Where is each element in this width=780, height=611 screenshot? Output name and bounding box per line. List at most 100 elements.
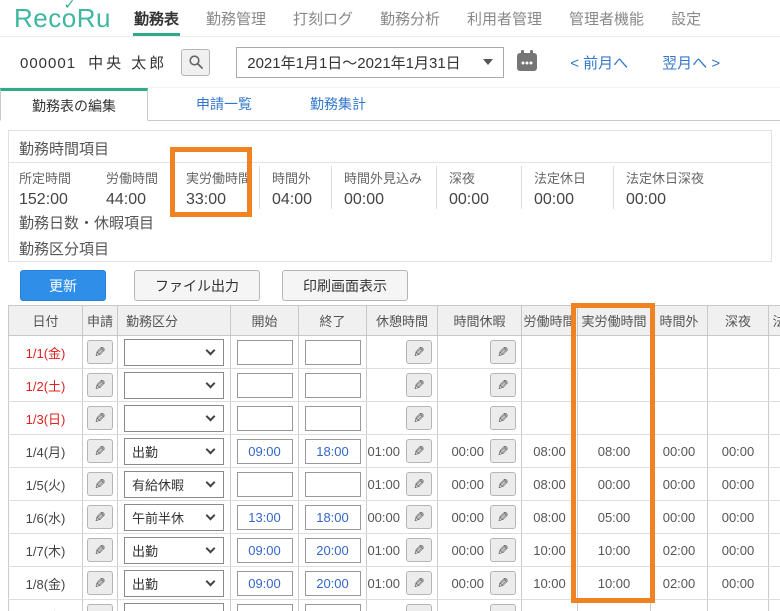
column-header-date: 日付 bbox=[8, 305, 83, 336]
worktype-select[interactable]: 出勤 bbox=[124, 437, 224, 465]
request-edit-button[interactable]: ✎ bbox=[87, 439, 113, 463]
end-time-input[interactable] bbox=[304, 471, 361, 497]
hourly-leave-value: 00:00 bbox=[451, 509, 484, 525]
cell-hourly-leave: ✎ bbox=[437, 368, 522, 402]
cell-date: 1/8(金) bbox=[8, 566, 83, 600]
app-logo[interactable]: Reco ✓ Ru bbox=[14, 0, 111, 34]
cell-date: 1/3(日) bbox=[8, 401, 83, 435]
nav-item-admin-functions[interactable]: 管理者機能 bbox=[568, 0, 645, 36]
employee-search-button[interactable] bbox=[181, 48, 211, 76]
logo-text-post: Ru bbox=[76, 2, 111, 33]
stat-value: 00:00 bbox=[344, 191, 385, 208]
nav-item-user-management[interactable]: 利用者管理 bbox=[466, 0, 543, 36]
print-view-button[interactable]: 印刷画面表示 bbox=[282, 270, 408, 301]
table-row: 1/6(水) ✎ 午前半休 13:00 18:00 00:00 ✎ 00:00 ✎ 08:00 05… bbox=[8, 500, 780, 534]
end-time-input[interactable] bbox=[304, 603, 361, 611]
nav-item-timesheet[interactable]: 勤務表 bbox=[132, 0, 180, 36]
break-time-edit-button[interactable]: ✎ bbox=[406, 406, 432, 430]
section-header-worktype[interactable]: 勤務区分項目 bbox=[19, 238, 109, 259]
start-time-input[interactable] bbox=[236, 405, 293, 431]
pencil-icon: ✎ bbox=[413, 542, 425, 558]
worktype-select[interactable]: 出勤 bbox=[124, 569, 224, 597]
end-time-input[interactable] bbox=[304, 339, 361, 365]
hourly-leave-edit-button[interactable]: ✎ bbox=[490, 373, 516, 397]
cell-late-night bbox=[707, 335, 769, 369]
cell-overtime: 02:00 bbox=[650, 533, 708, 567]
cell-start bbox=[230, 599, 299, 611]
request-edit-button[interactable]: ✎ bbox=[87, 505, 113, 529]
hourly-leave-edit-button[interactable]: ✎ bbox=[490, 472, 516, 496]
start-time-input[interactable]: 09:00 bbox=[236, 570, 293, 596]
hourly-leave-edit-button[interactable]: ✎ bbox=[490, 439, 516, 463]
worktype-select[interactable] bbox=[124, 338, 224, 366]
worktype-select[interactable] bbox=[124, 404, 224, 432]
section-header-days-leave[interactable]: 勤務日数・休暇項目 bbox=[19, 212, 154, 233]
break-time-edit-button[interactable]: ✎ bbox=[406, 439, 432, 463]
end-time-input[interactable]: 18:00 bbox=[304, 438, 361, 464]
end-time-input[interactable]: 18:00 bbox=[304, 504, 361, 530]
request-edit-button[interactable]: ✎ bbox=[87, 373, 113, 397]
end-time-input[interactable]: 20:00 bbox=[304, 570, 361, 596]
worktype-select[interactable]: 出勤 bbox=[124, 536, 224, 564]
nav-item-punch-log[interactable]: 打刻ログ bbox=[292, 0, 354, 36]
chevron-down-icon bbox=[205, 411, 216, 422]
start-time-input[interactable]: 09:00 bbox=[236, 537, 293, 563]
file-output-button[interactable]: ファイル出力 bbox=[134, 270, 260, 301]
break-time-edit-button[interactable]: ✎ bbox=[406, 571, 432, 595]
break-time-content: 01:00 ✎ bbox=[367, 472, 437, 496]
date-range-select[interactable]: 2021年1月1日～2021年1月31日 bbox=[236, 46, 505, 78]
request-edit-button[interactable]: ✎ bbox=[87, 571, 113, 595]
break-time-edit-button[interactable]: ✎ bbox=[406, 373, 432, 397]
hourly-leave-edit-button[interactable]: ✎ bbox=[490, 505, 516, 529]
request-edit-button[interactable]: ✎ bbox=[87, 538, 113, 562]
worktype-select[interactable] bbox=[124, 602, 224, 611]
stat-label: 法定休日 bbox=[534, 171, 587, 186]
nav-items: 勤務表 勤務管理 打刻ログ 勤務分析 利用者管理 管理者機能 設定 bbox=[132, 0, 702, 36]
request-edit-button[interactable]: ✎ bbox=[87, 604, 113, 611]
start-time-input[interactable]: 13:00 bbox=[236, 504, 293, 530]
break-time-edit-button[interactable]: ✎ bbox=[406, 505, 432, 529]
request-edit-button[interactable]: ✎ bbox=[87, 472, 113, 496]
cell-start: 09:00 bbox=[230, 566, 299, 600]
request-edit-button[interactable]: ✎ bbox=[87, 340, 113, 364]
hourly-leave-edit-button[interactable]: ✎ bbox=[490, 604, 516, 611]
end-time-input[interactable]: 20:00 bbox=[304, 537, 361, 563]
hourly-leave-edit-button[interactable]: ✎ bbox=[490, 571, 516, 595]
hourly-leave-edit-button[interactable]: ✎ bbox=[490, 340, 516, 364]
hourly-leave-edit-button[interactable]: ✎ bbox=[490, 538, 516, 562]
update-button[interactable]: 更新 bbox=[20, 270, 106, 301]
cell-late-night bbox=[707, 401, 769, 435]
worktype-select[interactable]: 有給休暇 bbox=[124, 470, 224, 498]
break-time-edit-button[interactable]: ✎ bbox=[406, 538, 432, 562]
nav-item-work-analysis[interactable]: 勤務分析 bbox=[379, 0, 441, 36]
end-time-input[interactable] bbox=[304, 405, 361, 431]
tab-request-list[interactable]: 申請一覧 bbox=[196, 94, 252, 114]
prev-month-link[interactable]: < 前月へ bbox=[570, 52, 628, 73]
tab-edit-timesheet[interactable]: 勤務表の編集 bbox=[0, 88, 148, 121]
start-time-input[interactable] bbox=[236, 339, 293, 365]
next-month-link[interactable]: 翌月へ > bbox=[662, 52, 720, 73]
hourly-leave-edit-button[interactable]: ✎ bbox=[490, 406, 516, 430]
start-time-input[interactable]: 09:00 bbox=[236, 438, 293, 464]
start-time-input[interactable] bbox=[236, 372, 293, 398]
worktype-select[interactable] bbox=[124, 371, 224, 399]
cell-end: 18:00 bbox=[298, 434, 367, 468]
break-time-edit-button[interactable]: ✎ bbox=[406, 604, 432, 611]
request-edit-button[interactable]: ✎ bbox=[87, 406, 113, 430]
table-row: 1/1(金) ✎ ✎ ✎ bbox=[8, 335, 780, 369]
nav-item-settings[interactable]: 設定 bbox=[670, 0, 702, 36]
break-time-edit-button[interactable]: ✎ bbox=[406, 472, 432, 496]
calendar-button[interactable] bbox=[514, 49, 540, 76]
start-time-input[interactable] bbox=[236, 603, 293, 611]
break-time-edit-button[interactable]: ✎ bbox=[406, 340, 432, 364]
cell-actual-work-time: 08:00 bbox=[577, 434, 651, 468]
section-header-work-time[interactable]: 勤務時間項目 bbox=[19, 138, 109, 159]
start-time-input[interactable] bbox=[236, 471, 293, 497]
timesheet-table: 日付申請勤務区分開始終了休憩時間時間休暇労働時間実労働時間時間外深夜法定休日 1… bbox=[8, 305, 780, 611]
nav-item-work-management[interactable]: 勤務管理 bbox=[205, 0, 267, 36]
end-time-input[interactable] bbox=[304, 372, 361, 398]
worktype-select[interactable]: 午前半休 bbox=[124, 503, 224, 531]
cell-legal-holiday bbox=[768, 335, 780, 369]
column-header-end: 終了 bbox=[298, 305, 367, 336]
tab-work-summary[interactable]: 勤務集計 bbox=[310, 94, 366, 114]
